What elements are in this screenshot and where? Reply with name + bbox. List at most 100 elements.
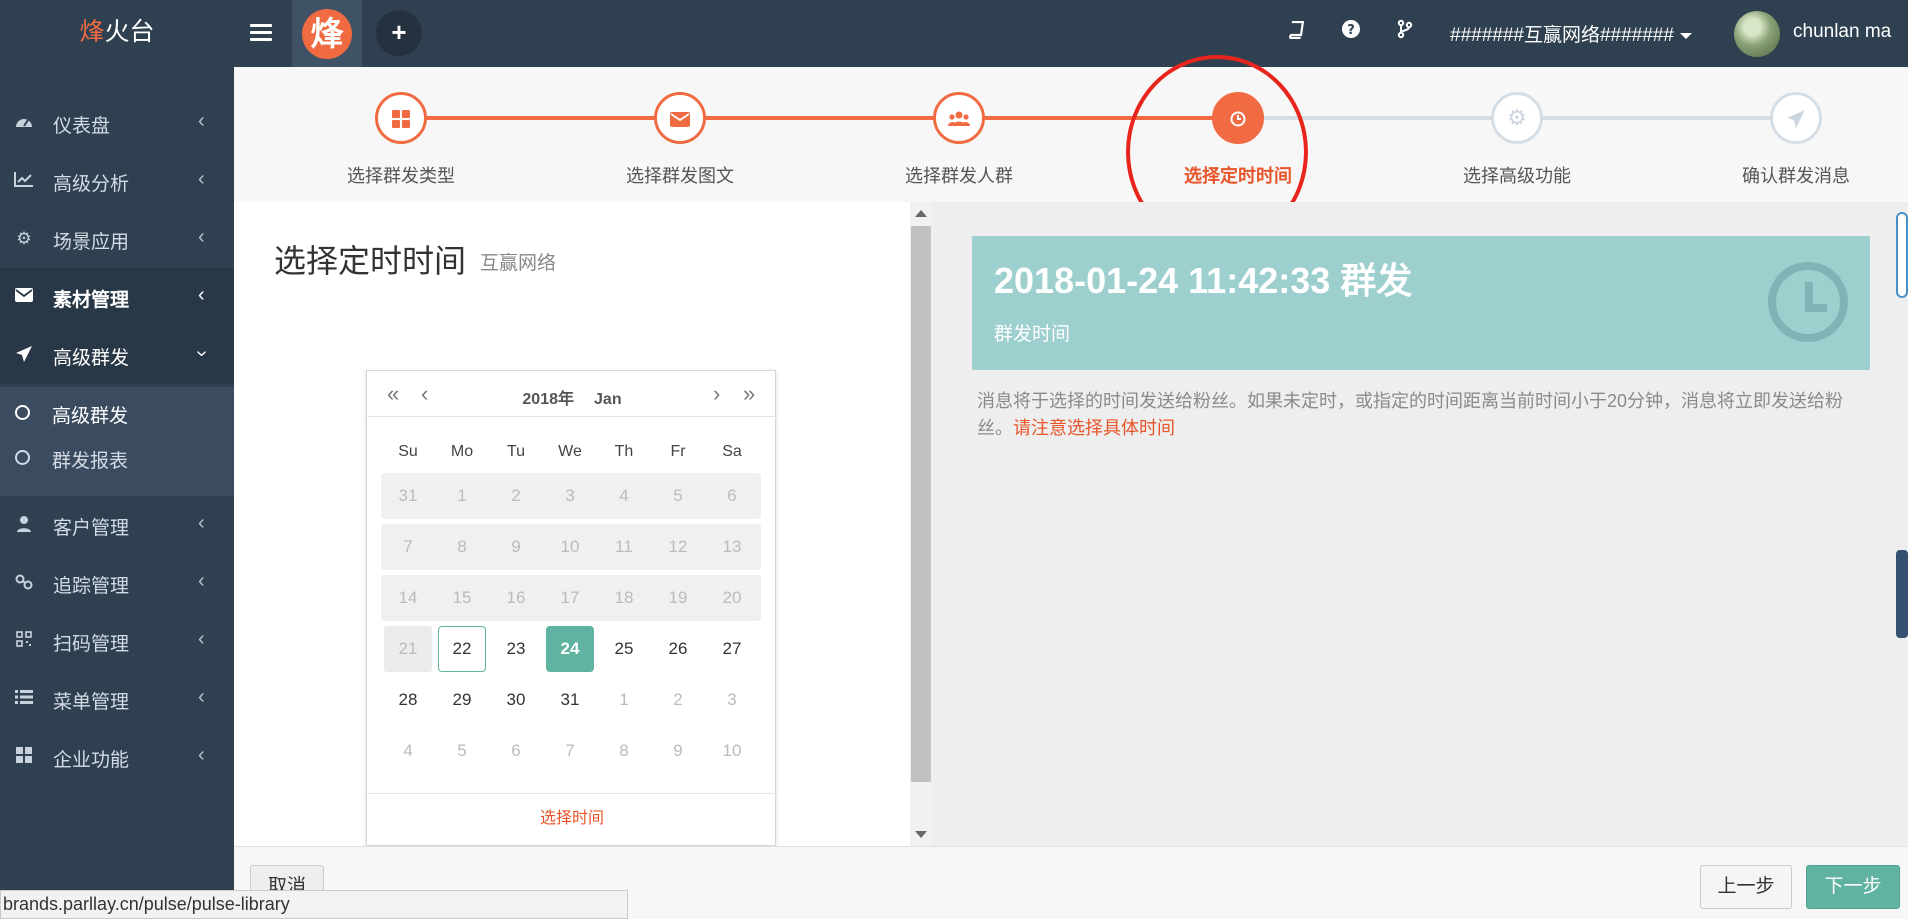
- avatar[interactable]: [1734, 11, 1780, 57]
- sidebar-item-analytics[interactable]: 高级分析 ‹: [0, 152, 234, 210]
- calendar-day-next-month[interactable]: 7: [546, 728, 594, 774]
- sidebar-item-menu[interactable]: 菜单管理 ‹: [0, 670, 234, 728]
- panel-scrollbar[interactable]: [910, 202, 932, 846]
- step-5-label: 选择高级功能: [1463, 166, 1571, 186]
- line-chart-icon: [13, 171, 35, 191]
- gear-icon: ⚙: [16, 229, 32, 248]
- calendar-day[interactable]: 27: [708, 626, 756, 672]
- submenu-item-mass-send[interactable]: 高级群发: [0, 393, 234, 433]
- step-3-users-icon[interactable]: [933, 92, 985, 144]
- brand-logo[interactable]: 烽火台: [0, 0, 234, 67]
- weekday-label: We: [558, 443, 582, 460]
- weekday-label: Su: [398, 443, 418, 460]
- chevron-left-icon: ‹: [198, 744, 205, 766]
- calendar-day[interactable]: 30: [492, 677, 540, 723]
- sidebar-item-qrcode[interactable]: 扫码管理 ‹: [0, 612, 234, 670]
- calendar-day-disabled: 12: [668, 537, 688, 556]
- sidebar-item-materials[interactable]: 素材管理 ‹: [0, 268, 234, 326]
- calendar-day-disabled: 15: [452, 588, 472, 607]
- calendar-day-next-month[interactable]: 3: [708, 677, 756, 723]
- side-widget-meter[interactable]: [1896, 550, 1908, 638]
- sidebar-item-dashboard[interactable]: 仪表盘 ‹: [0, 94, 234, 152]
- calendar-day-next-month[interactable]: 8: [600, 728, 648, 774]
- calendar-day-next-month[interactable]: 4: [384, 728, 432, 774]
- schedule-info-box: 2018-01-24 11:42:33 群发 群发时间: [972, 236, 1870, 370]
- calendar-day[interactable]: 29: [438, 677, 486, 723]
- calendar-day-disabled: 16: [506, 588, 526, 607]
- calendar-day-disabled: 13: [722, 537, 742, 556]
- qrcode-icon: [13, 631, 35, 651]
- sidebar: 仪表盘 ‹ 高级分析 ‹ ⚙ 场景应用 ‹ 素材管理 ‹ 高级群发 ‹ 高级群发: [0, 67, 234, 919]
- menu-toggle-icon[interactable]: [250, 20, 272, 46]
- svg-text:?: ?: [1347, 23, 1355, 38]
- progress-line-done: [401, 116, 1238, 120]
- calendar-day-next-month[interactable]: 5: [438, 728, 486, 774]
- calendar-day-next-month[interactable]: 1: [600, 677, 648, 723]
- sidebar-item-mass-send[interactable]: 高级群发 ‹: [0, 326, 234, 384]
- calendar-day-disabled: 3: [565, 486, 575, 505]
- page-title: 选择定时时间: [274, 243, 467, 279]
- calendar-day[interactable]: 31: [546, 677, 594, 723]
- username[interactable]: chunlan ma: [1793, 21, 1891, 43]
- notice-warning: 请注意选择具体时间: [1013, 418, 1175, 438]
- summary-panel: 2018-01-24 11:42:33 群发 群发时间 消息将于选择的时间发送给…: [932, 202, 1908, 846]
- book-icon[interactable]: [1280, 18, 1310, 48]
- calendar-day-disabled: 11: [615, 537, 633, 556]
- calendar-day-disabled: 20: [722, 588, 742, 607]
- sidebar-item-label: 菜单管理: [53, 692, 130, 713]
- calendar-day[interactable]: 23: [492, 626, 540, 672]
- page-subtitle: 互赢网络: [480, 253, 557, 274]
- sidebar-item-scenarios[interactable]: ⚙ 场景应用 ‹: [0, 210, 234, 268]
- link-icon: [13, 573, 35, 593]
- step-2-label: 选择群发图文: [626, 166, 734, 186]
- step-1-grid-icon[interactable]: [375, 92, 427, 144]
- step-6-paper-plane-icon[interactable]: [1770, 92, 1822, 144]
- sidebar-item-label: 高级分析: [53, 174, 130, 195]
- chevron-left-icon: ‹: [198, 110, 205, 132]
- submenu-item-report[interactable]: 群发报表: [0, 438, 234, 478]
- branch-icon[interactable]: [1390, 18, 1420, 48]
- prev-step-button[interactable]: 上一步: [1700, 865, 1792, 909]
- chevron-left-icon: ‹: [198, 284, 205, 306]
- org-name: #######互赢网络#######: [1450, 25, 1674, 46]
- chevron-down-icon: ‹: [189, 350, 212, 357]
- user-icon: [13, 515, 35, 535]
- calendar-day-next-month[interactable]: 9: [654, 728, 702, 774]
- calendar-day[interactable]: 26: [654, 626, 702, 672]
- next-month-button[interactable]: ›: [713, 381, 720, 407]
- scheduled-time: 2018-01-24 11:42:33 群发: [994, 260, 1413, 301]
- calendar-day-disabled: 1: [457, 486, 467, 505]
- calendar-day[interactable]: 28: [384, 677, 432, 723]
- sidebar-item-enterprise[interactable]: 企业功能 ‹: [0, 728, 234, 786]
- select-time-button[interactable]: 选择时间: [367, 793, 777, 847]
- add-button[interactable]: +: [376, 10, 422, 56]
- side-widget-thermometer[interactable]: [1896, 212, 1908, 298]
- step-5-gear-icon[interactable]: ⚙: [1491, 92, 1543, 144]
- calendar-day-selected[interactable]: 24: [546, 626, 594, 672]
- scroll-down-icon[interactable]: [915, 831, 927, 838]
- sidebar-item-customers[interactable]: 客户管理 ‹: [0, 496, 234, 554]
- step-2-envelope-icon[interactable]: [654, 92, 706, 144]
- account-logo-circle: 烽: [302, 9, 352, 59]
- calendar-day-today[interactable]: 22: [438, 626, 486, 672]
- next-year-button[interactable]: »: [743, 381, 755, 407]
- account-logo[interactable]: 烽: [292, 0, 362, 67]
- calendar-day-disabled: 5: [673, 486, 683, 505]
- calendar-day-next-month[interactable]: 10: [708, 728, 756, 774]
- next-step-button[interactable]: 下一步: [1806, 865, 1900, 909]
- calendar-day-next-month[interactable]: 2: [654, 677, 702, 723]
- chevron-left-icon: ‹: [198, 168, 205, 190]
- sidebar-item-tracking[interactable]: 追踪管理 ‹: [0, 554, 234, 612]
- calendar-day-disabled: 17: [560, 588, 580, 607]
- scroll-up-icon[interactable]: [915, 210, 927, 217]
- org-select[interactable]: #######互赢网络#######: [1450, 20, 1692, 47]
- calendar-day-next-month[interactable]: 6: [492, 728, 540, 774]
- calendar-day-disabled: 14: [398, 588, 418, 607]
- step-3-label: 选择群发人群: [905, 166, 1013, 186]
- circle-icon: [15, 405, 30, 420]
- list-icon: [13, 689, 35, 709]
- calendar-day-disabled: 4: [619, 486, 629, 505]
- calendar-day[interactable]: 25: [600, 626, 648, 672]
- help-icon[interactable]: ?: [1336, 18, 1366, 48]
- scroll-thumb[interactable]: [911, 226, 931, 782]
